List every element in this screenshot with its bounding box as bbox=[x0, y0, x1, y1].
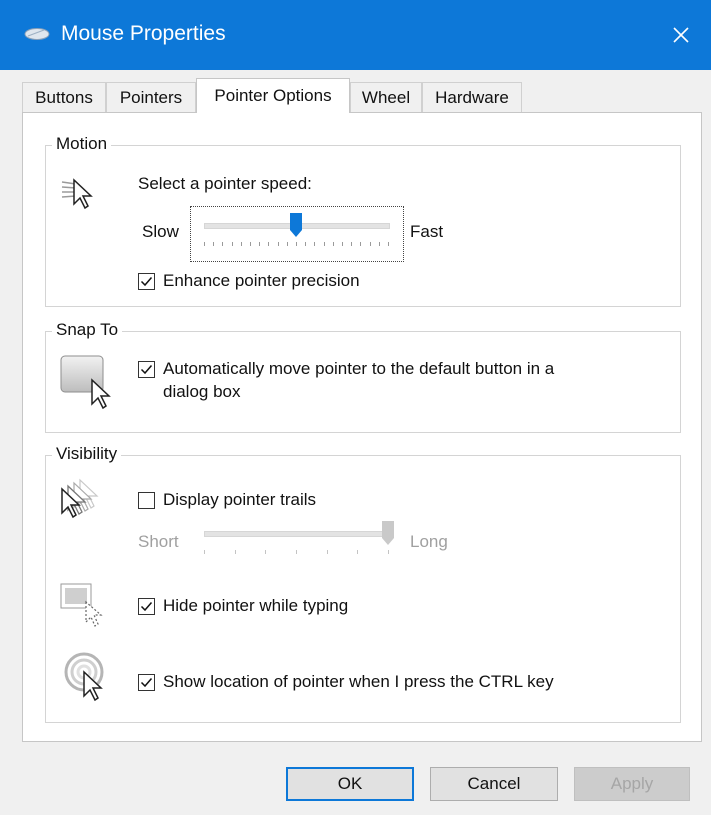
trail-length-track bbox=[204, 531, 390, 537]
slider-tick bbox=[241, 242, 242, 246]
ctrl-location-icon bbox=[64, 652, 104, 702]
checkmark-icon bbox=[140, 365, 153, 375]
slider-tick bbox=[324, 242, 325, 246]
trails-long-label: Long bbox=[410, 532, 448, 551]
close-button[interactable] bbox=[651, 0, 711, 70]
ctrl-location-label[interactable]: Show location of pointer when I press th… bbox=[163, 672, 554, 692]
apply-button[interactable]: Apply bbox=[574, 767, 690, 801]
speed-prompt: Select a pointer speed: bbox=[138, 174, 312, 193]
checkmark-icon bbox=[140, 678, 153, 688]
ok-button[interactable]: OK bbox=[286, 767, 414, 801]
motion-group-label: Motion bbox=[52, 134, 112, 154]
pointer-speed-thumb[interactable] bbox=[289, 212, 303, 238]
mouse-icon bbox=[24, 28, 50, 40]
ctrl-location-checkbox[interactable] bbox=[138, 674, 155, 691]
slider-tick bbox=[278, 242, 279, 246]
trail-length-slider[interactable] bbox=[198, 520, 394, 564]
tab-pointer-options[interactable]: Pointer Options bbox=[196, 78, 350, 113]
trail-length-thumb[interactable] bbox=[381, 520, 395, 546]
window-title: Mouse Properties bbox=[61, 22, 226, 45]
pointer-speed-icon bbox=[61, 178, 93, 210]
close-icon bbox=[673, 27, 689, 43]
hide-pointer-label[interactable]: Hide pointer while typing bbox=[163, 596, 348, 616]
tab-buttons[interactable]: Buttons bbox=[22, 82, 106, 112]
snap-to-group-label: Snap To bbox=[52, 320, 123, 340]
pointer-trails-checkbox[interactable] bbox=[138, 492, 155, 509]
slider-tick bbox=[342, 242, 343, 246]
pointer-trails-label[interactable]: Display pointer trails bbox=[163, 490, 316, 510]
slider-tick bbox=[327, 550, 328, 554]
tab-wheel[interactable]: Wheel bbox=[350, 82, 422, 112]
hide-pointer-icon bbox=[60, 583, 103, 627]
enhance-precision-label[interactable]: Enhance pointer precision bbox=[163, 271, 360, 291]
snap-to-icon bbox=[60, 355, 111, 410]
visibility-group-label: Visibility bbox=[52, 444, 122, 464]
slider-tick bbox=[268, 242, 269, 246]
speed-fast-label: Fast bbox=[410, 222, 444, 241]
slider-tick bbox=[222, 242, 223, 246]
tab-strip: Buttons Pointers Pointer Options Wheel H… bbox=[22, 78, 702, 113]
visibility-group: Visibility Display pointer trails Short … bbox=[45, 444, 681, 723]
title-bar: Mouse Properties bbox=[0, 0, 711, 70]
slider-tick bbox=[305, 242, 306, 246]
slider-tick bbox=[388, 550, 389, 554]
slider-tick bbox=[333, 242, 334, 246]
slider-tick bbox=[204, 242, 205, 246]
checkmark-icon bbox=[140, 602, 153, 612]
slider-tick bbox=[204, 550, 205, 554]
tab-panel: Motion Select a pointer speed: Slow Fast… bbox=[22, 112, 702, 742]
slider-tick bbox=[235, 550, 236, 554]
pointer-trails-icon bbox=[61, 478, 99, 519]
slider-tick bbox=[370, 242, 371, 246]
slider-tick bbox=[388, 242, 389, 246]
speed-slow-label: Slow bbox=[142, 222, 179, 241]
cancel-button[interactable]: Cancel bbox=[430, 767, 558, 801]
slider-tick bbox=[357, 550, 358, 554]
slider-tick bbox=[314, 242, 315, 246]
hide-pointer-checkbox[interactable] bbox=[138, 598, 155, 615]
snap-to-default-label-line1[interactable]: Automatically move pointer to the defaul… bbox=[163, 359, 554, 379]
slider-tick bbox=[296, 242, 297, 246]
snap-to-group: Snap To Automatically move pointer to th… bbox=[45, 320, 681, 433]
checkmark-icon bbox=[140, 277, 153, 287]
tab-pointers[interactable]: Pointers bbox=[106, 82, 196, 112]
trails-short-label: Short bbox=[138, 532, 179, 551]
slider-tick bbox=[250, 242, 251, 246]
snap-to-default-checkbox[interactable] bbox=[138, 361, 155, 378]
pointer-speed-slider[interactable] bbox=[198, 212, 394, 256]
motion-group: Motion Select a pointer speed: Slow Fast… bbox=[45, 134, 681, 307]
slider-tick bbox=[232, 242, 233, 246]
slider-tick bbox=[213, 242, 214, 246]
slider-tick bbox=[287, 242, 288, 246]
tab-hardware[interactable]: Hardware bbox=[422, 82, 522, 112]
enhance-precision-checkbox[interactable] bbox=[138, 273, 155, 290]
slider-tick bbox=[351, 242, 352, 246]
slider-tick bbox=[379, 242, 380, 246]
snap-to-default-label-line2[interactable]: dialog box bbox=[163, 382, 241, 402]
slider-tick bbox=[296, 550, 297, 554]
slider-tick bbox=[259, 242, 260, 246]
slider-tick bbox=[265, 550, 266, 554]
slider-tick bbox=[360, 242, 361, 246]
